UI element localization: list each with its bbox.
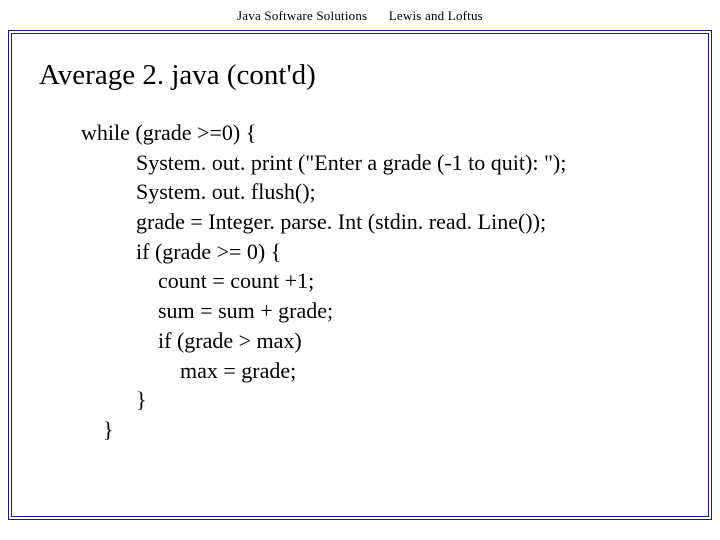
slide-title: Average 2. java (cont'd): [39, 59, 681, 92]
content-frame: Average 2. java (cont'd) while (grade >=…: [8, 30, 712, 520]
slide: Java Software Solutions Lewis and Loftus…: [0, 0, 720, 540]
header-left: Java Software Solutions: [237, 8, 367, 24]
slide-header: Java Software Solutions Lewis and Loftus: [8, 8, 712, 24]
code-block: while (grade >=0) { System. out. print (…: [81, 118, 681, 445]
content-inner: Average 2. java (cont'd) while (grade >=…: [15, 37, 705, 513]
header-right: Lewis and Loftus: [389, 8, 483, 24]
